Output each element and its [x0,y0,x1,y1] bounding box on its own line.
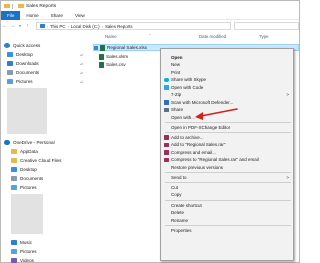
explorer-window: Sales Reports File Home Share View ← → ▾… [0,0,300,263]
annotation-arrow-icon [195,108,238,120]
